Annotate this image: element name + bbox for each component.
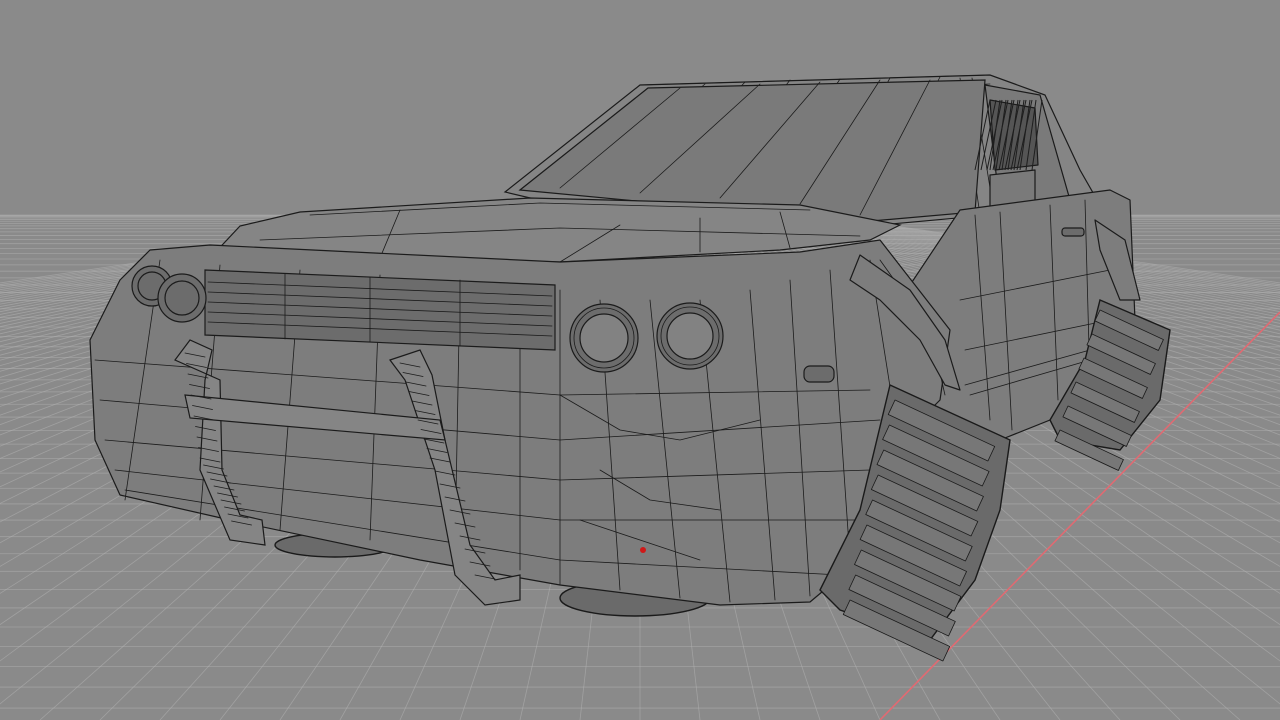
headlight-right-inner bbox=[569, 303, 639, 373]
origin-marker[interactable] bbox=[640, 547, 646, 553]
headlight-left-inner bbox=[157, 273, 207, 323]
viewport-scene[interactable] bbox=[0, 0, 1280, 720]
side-marker-light bbox=[803, 365, 835, 383]
3d-viewport[interactable] bbox=[0, 0, 1280, 720]
headlight-right-outer bbox=[656, 302, 724, 370]
door-handle bbox=[1061, 227, 1085, 237]
car-model[interactable] bbox=[89, 74, 1171, 662]
